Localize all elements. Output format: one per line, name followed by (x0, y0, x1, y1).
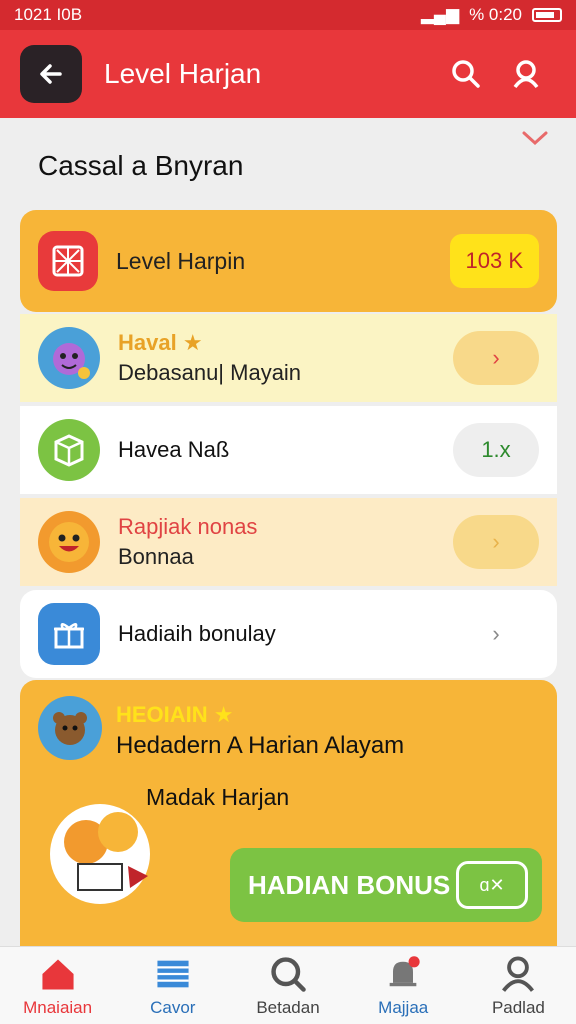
item-title: Rapjiak nonas (118, 514, 258, 539)
monster-avatar-icon (38, 327, 100, 389)
battery-text: % 0:20 (469, 5, 522, 24)
profile-icon (513, 60, 539, 89)
bell-icon (389, 955, 420, 986)
status-time: 1021 I0B (14, 5, 83, 24)
smiley-icon (38, 511, 100, 573)
battery-icon (532, 8, 562, 22)
main-content: Cassal a Bnyran Level Harpin 103 K Haval… (0, 118, 576, 946)
bear-avatar-icon (38, 696, 102, 760)
chevron-down-icon (522, 131, 548, 146)
status-icons: ▂▄▆ % 0:20 (421, 5, 562, 25)
list-item-text: Hadiaih bonulay (118, 621, 453, 647)
nav-item-home[interactable]: Mnaiaian (0, 947, 115, 1024)
nav-label: Cavor (150, 997, 196, 1017)
signal-icon: ▂▄▆ (420, 5, 460, 24)
search-icon (452, 60, 480, 88)
nav-item-betadan[interactable]: Betadan (230, 947, 345, 1024)
arrow-left-icon (40, 64, 62, 84)
item-title: Hadiaih bonulay (118, 621, 276, 646)
list-item-havea[interactable]: Havea Naß 1.x (20, 406, 557, 494)
promo-title: Hedadern A Harian Alayam (116, 732, 405, 759)
nav-item-padlad[interactable]: Padlad (461, 947, 576, 1024)
row-action-button[interactable]: › (453, 515, 539, 569)
row-action-button[interactable]: › (453, 331, 539, 385)
collapse-button[interactable] (520, 128, 550, 153)
promo-card: HEOIAIN ★ Hedadern A Harian Alayam Madak… (20, 680, 557, 946)
profile-button[interactable] (496, 44, 556, 104)
level-card[interactable]: Level Harpin 103 K (20, 210, 557, 312)
level-label: Level Harpin (116, 247, 246, 274)
bonus-button-label: HADIAN BONUS (248, 869, 451, 900)
grid-gift-icon (38, 231, 98, 291)
promo-tag: HEOIAIN ★ (116, 702, 234, 727)
mascot-illustration (38, 790, 158, 910)
flag-icon (157, 960, 189, 987)
list-item-haval[interactable]: Haval ★ Debasanu| Mayain › (20, 314, 557, 402)
search-icon (271, 956, 306, 992)
nav-item-cavor[interactable]: Cavor (115, 947, 230, 1024)
box-icon (38, 419, 100, 481)
nav-item-majjaa[interactable]: Majjaa (346, 947, 461, 1024)
nav-label: Betadan (256, 997, 320, 1017)
list-item-text: Rapjiak nonas Bonnaa (118, 514, 453, 570)
list-item-text: Haval ★ Debasanu| Mayain (118, 330, 453, 386)
item-subtitle: Debasanu| Mayain (118, 360, 302, 385)
item-title: Havea Naß (118, 437, 230, 462)
nav-label: Mnaiaian (23, 997, 93, 1017)
back-button[interactable] (20, 45, 82, 103)
item-title: Haval ★ (118, 330, 203, 355)
bottom-nav: Mnaiaian Cavor Betadan Majjaa Padlad (0, 946, 576, 1024)
item-subtitle: Bonnaa (118, 544, 194, 569)
level-count-badge: 103 K (449, 234, 539, 288)
list-item-hadiaih[interactable]: Hadiaih bonulay › (20, 590, 557, 678)
section-title: Cassal a Bnyran (38, 150, 244, 181)
home-icon (42, 959, 74, 990)
row-action-button[interactable]: 1.x (453, 423, 539, 477)
list-item-rapjiak[interactable]: Rapjiak nonas Bonnaa › (20, 498, 557, 586)
gift-box-icon (38, 603, 100, 665)
nav-label: Majjaa (378, 997, 429, 1017)
list-item-text: Havea Naß (118, 437, 453, 463)
status-bar: 1021 I0B ▂▄▆ % 0:20 (0, 0, 576, 30)
ticket-icon: ɑ✕ (456, 861, 528, 909)
profile-icon (502, 956, 535, 992)
row-action-button[interactable]: › (453, 607, 539, 661)
search-button[interactable] (436, 44, 496, 104)
hadian-bonus-button[interactable]: HADIAN BONUS ɑ✕ (230, 848, 542, 922)
nav-label: Padlad (491, 997, 545, 1017)
promo-subtitle: Madak Harjan (146, 784, 290, 810)
app-bar: Level Harjan (0, 30, 576, 118)
page-title: Level Harjan (104, 58, 262, 89)
